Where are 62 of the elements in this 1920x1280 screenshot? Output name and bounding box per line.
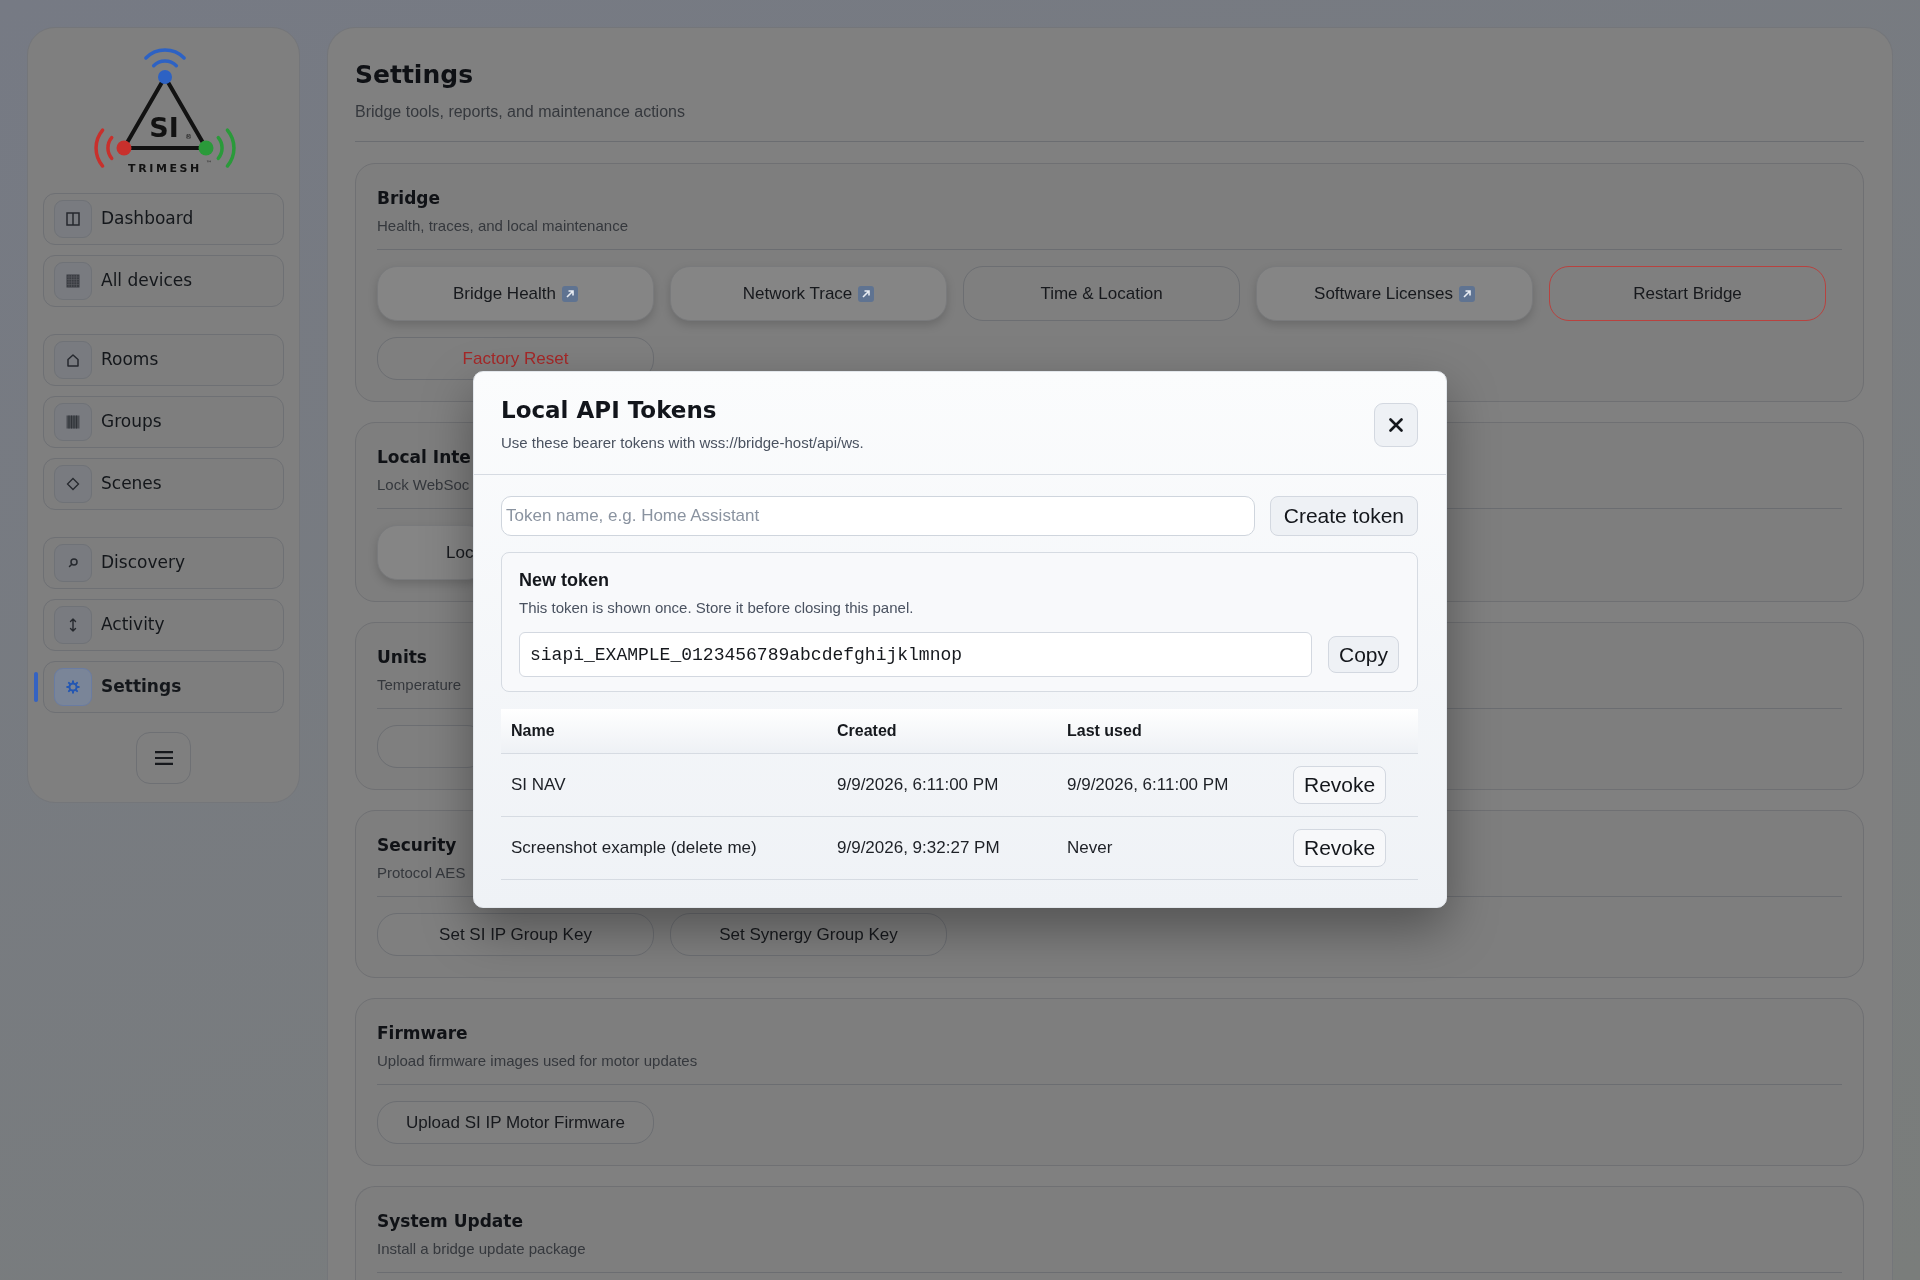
dialog-subtitle: Use these bearer tokens with wss://bridge-host/api/ws.	[501, 433, 864, 453]
action-button[interactable]: Time & Location	[963, 266, 1240, 321]
table-cell-text: SI NAV	[511, 774, 566, 797]
column-header: Last used	[1067, 721, 1142, 741]
nav-item[interactable]: All devices	[43, 255, 284, 307]
column-header: Created	[837, 721, 897, 741]
action-button[interactable]: Set SI IP Group Key	[377, 913, 654, 956]
section-title: Security	[377, 834, 457, 857]
grid-icon	[54, 262, 92, 300]
section-title: Local Inte	[377, 446, 471, 469]
table-cell-text: 9/9/2026, 9:32:27 PM	[837, 837, 1000, 860]
copy-button[interactable]: Copy	[1327, 636, 1399, 673]
house-icon	[54, 341, 92, 379]
table-cell-text: 9/9/2026, 6:11:00 PM	[1067, 774, 1229, 797]
action-button[interactable]: Software Licenses	[1256, 266, 1533, 321]
section-subtitle: Temperature	[377, 675, 462, 695]
nav-item[interactable]: Rooms	[43, 334, 284, 386]
section-subtitle: Install a bridge update package	[377, 1239, 586, 1259]
token-name-field[interactable]: Token name, e.g. Home Assistant	[501, 496, 1255, 536]
action-button[interactable]: Restart Bridge	[1549, 266, 1826, 321]
section-title: Bridge	[377, 187, 441, 210]
striped-square-icon	[54, 403, 92, 441]
section-subtitle: Upload firmware images used for motor updates	[377, 1051, 698, 1071]
split-square-icon	[54, 200, 92, 238]
page-subtitle: Bridge tools, reports, and maintenance actions	[355, 102, 685, 122]
dialog-title: Local API Tokens	[501, 396, 717, 425]
nav-item[interactable]: Groups	[43, 396, 284, 448]
section-title: System Update	[377, 1210, 523, 1233]
revoke-button[interactable]: Revoke	[1293, 766, 1387, 804]
revoke-button[interactable]: Revoke	[1293, 829, 1387, 867]
panel-note: This token is shown once. Store it before closing this panel.	[519, 598, 914, 618]
column-header: Name	[511, 721, 555, 741]
create-token-button[interactable]: Create token	[1269, 496, 1418, 536]
section-subtitle: Protocol AES	[377, 863, 466, 883]
section-subtitle: Health, traces, and local maintenance	[377, 216, 628, 236]
section-title: Firmware	[377, 1022, 468, 1045]
nav-item[interactable]: Discovery	[43, 537, 284, 589]
nav-item[interactable]: Settings	[43, 661, 284, 713]
action-button[interactable]: Network Trace	[670, 266, 947, 321]
logo-wordmark: TRIMESH	[127, 162, 202, 175]
page-title: Settings	[355, 59, 473, 91]
section-title: Units	[377, 646, 427, 669]
table-cell-text: Never	[1067, 837, 1113, 860]
table-cell-text: Screenshot example (delete me)	[511, 837, 757, 860]
table-cell-text: 9/9/2026, 6:11:00 PM	[837, 774, 999, 797]
close-button[interactable]	[1374, 403, 1418, 447]
panel-title: New token	[519, 569, 610, 592]
active-indicator	[34, 672, 38, 702]
action-button[interactable]: Bridge Health	[377, 266, 654, 321]
nav-item[interactable]: Scenes	[43, 458, 284, 510]
token-field[interactable]: siapi_EXAMPLE_0123456789abcdefghijklmnop	[519, 632, 1312, 677]
section-subtitle: Lock WebSoc	[377, 475, 470, 495]
menu-button[interactable]	[136, 732, 191, 784]
nav-item[interactable]: Activity	[43, 599, 284, 651]
action-button[interactable]: Upload SI IP Motor Firmware	[377, 1101, 654, 1144]
action-button[interactable]: Set Synergy Group Key	[670, 913, 947, 956]
logo-mark-text: SI	[148, 112, 179, 143]
search-icon	[54, 544, 92, 582]
menu-icon	[154, 751, 173, 765]
nav-item[interactable]: Dashboard	[43, 193, 284, 245]
settings-icon	[54, 668, 92, 706]
close-icon	[1389, 418, 1403, 432]
